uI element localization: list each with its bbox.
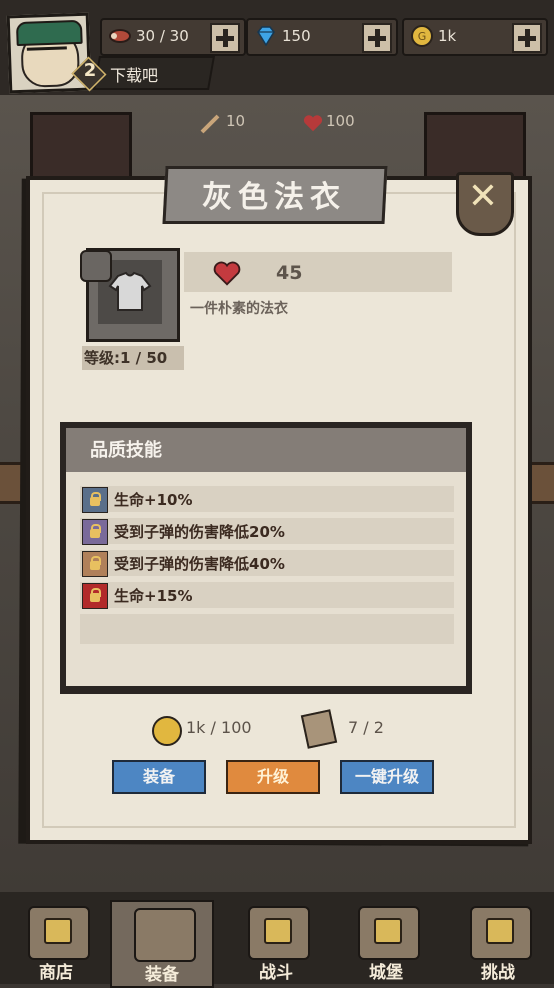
lock-icon (82, 519, 108, 545)
rarity-badge-icon (80, 250, 112, 282)
heart-icon (213, 261, 241, 286)
lock-icon (82, 551, 108, 577)
nav-equipment[interactable]: 装备 (110, 900, 214, 988)
skill-row: 生命+15% (80, 582, 454, 609)
coin-cost: 1k / 100 (186, 718, 252, 737)
skill-row-empty (80, 614, 454, 644)
upgrade-button[interactable]: 升级 (226, 760, 320, 794)
nav-label: 挑战 (481, 963, 515, 983)
player-level: 2 (83, 60, 97, 81)
skill-row: 受到子弹的伤害降低40% (80, 550, 454, 577)
nav-label: 装备 (145, 965, 179, 985)
stamina-value: 30 / 30 (136, 27, 189, 45)
coin-icon (152, 716, 182, 746)
close-icon[interactable]: ✕ (466, 176, 500, 217)
nav-label: 城堡 (369, 963, 403, 983)
lock-icon (82, 487, 108, 513)
add-stamina-button[interactable] (210, 23, 240, 53)
gem-value: 150 (282, 27, 311, 45)
coin-value: 1k (438, 27, 457, 45)
top-bar: 2 下载吧 30 / 30 150 G 1k (0, 0, 554, 100)
diamond-icon (257, 26, 275, 47)
lock-icon (486, 918, 514, 944)
attack-stat: 10 (226, 112, 246, 130)
nav-castle[interactable]: 城堡 (336, 900, 436, 984)
skill-row: 生命+10% (80, 486, 454, 513)
equip-button[interactable]: 装备 (112, 760, 206, 794)
robe-icon (108, 271, 152, 311)
skill-row: 受到子弹的伤害降低20% (80, 518, 454, 545)
lock-icon (374, 918, 402, 944)
coin-icon: G (411, 25, 433, 47)
meat-icon (109, 29, 131, 43)
item-hp-value: 45 (276, 262, 303, 284)
add-gems-button[interactable] (362, 23, 392, 53)
health-stat: 100 (326, 112, 355, 130)
nav-challenge[interactable]: 挑战 (448, 900, 548, 984)
dialog-title: 灰色法衣 (202, 180, 346, 215)
item-description: 一件朴素的法衣 (190, 301, 288, 317)
lock-icon (264, 918, 292, 944)
avatar-glasses (26, 46, 68, 61)
lock-icon (44, 918, 72, 944)
heart-icon (303, 115, 323, 132)
nav-shop[interactable]: 商店 (6, 900, 106, 984)
item-level: 等级:1 / 50 (82, 346, 184, 370)
add-coins-button[interactable] (512, 23, 542, 53)
coin-counter: G 1k (402, 18, 548, 56)
skill-text: 生命+10% (114, 491, 193, 509)
nav-label: 战斗 (259, 963, 293, 983)
sword-icon (200, 114, 220, 134)
skill-text: 生命+15% (114, 587, 193, 605)
avatar-hat (15, 19, 83, 47)
skill-text: 受到子弹的伤害降低40% (114, 555, 285, 573)
nav-battle[interactable]: 战斗 (226, 900, 326, 984)
skills-title: 品质技能 (90, 440, 162, 461)
stamina-counter: 30 / 30 (100, 18, 246, 56)
nav-label: 商店 (39, 963, 73, 983)
skill-text: 受到子弹的伤害降低20% (114, 523, 285, 541)
chest-icon (134, 908, 196, 962)
lock-icon (82, 583, 108, 609)
upgrade-all-button[interactable]: 一键升级 (340, 760, 434, 794)
gem-counter: 150 (246, 18, 398, 56)
svg-text:G: G (418, 30, 427, 43)
player-name: 下载吧 (110, 66, 159, 85)
scroll-cost: 7 / 2 (348, 718, 384, 737)
